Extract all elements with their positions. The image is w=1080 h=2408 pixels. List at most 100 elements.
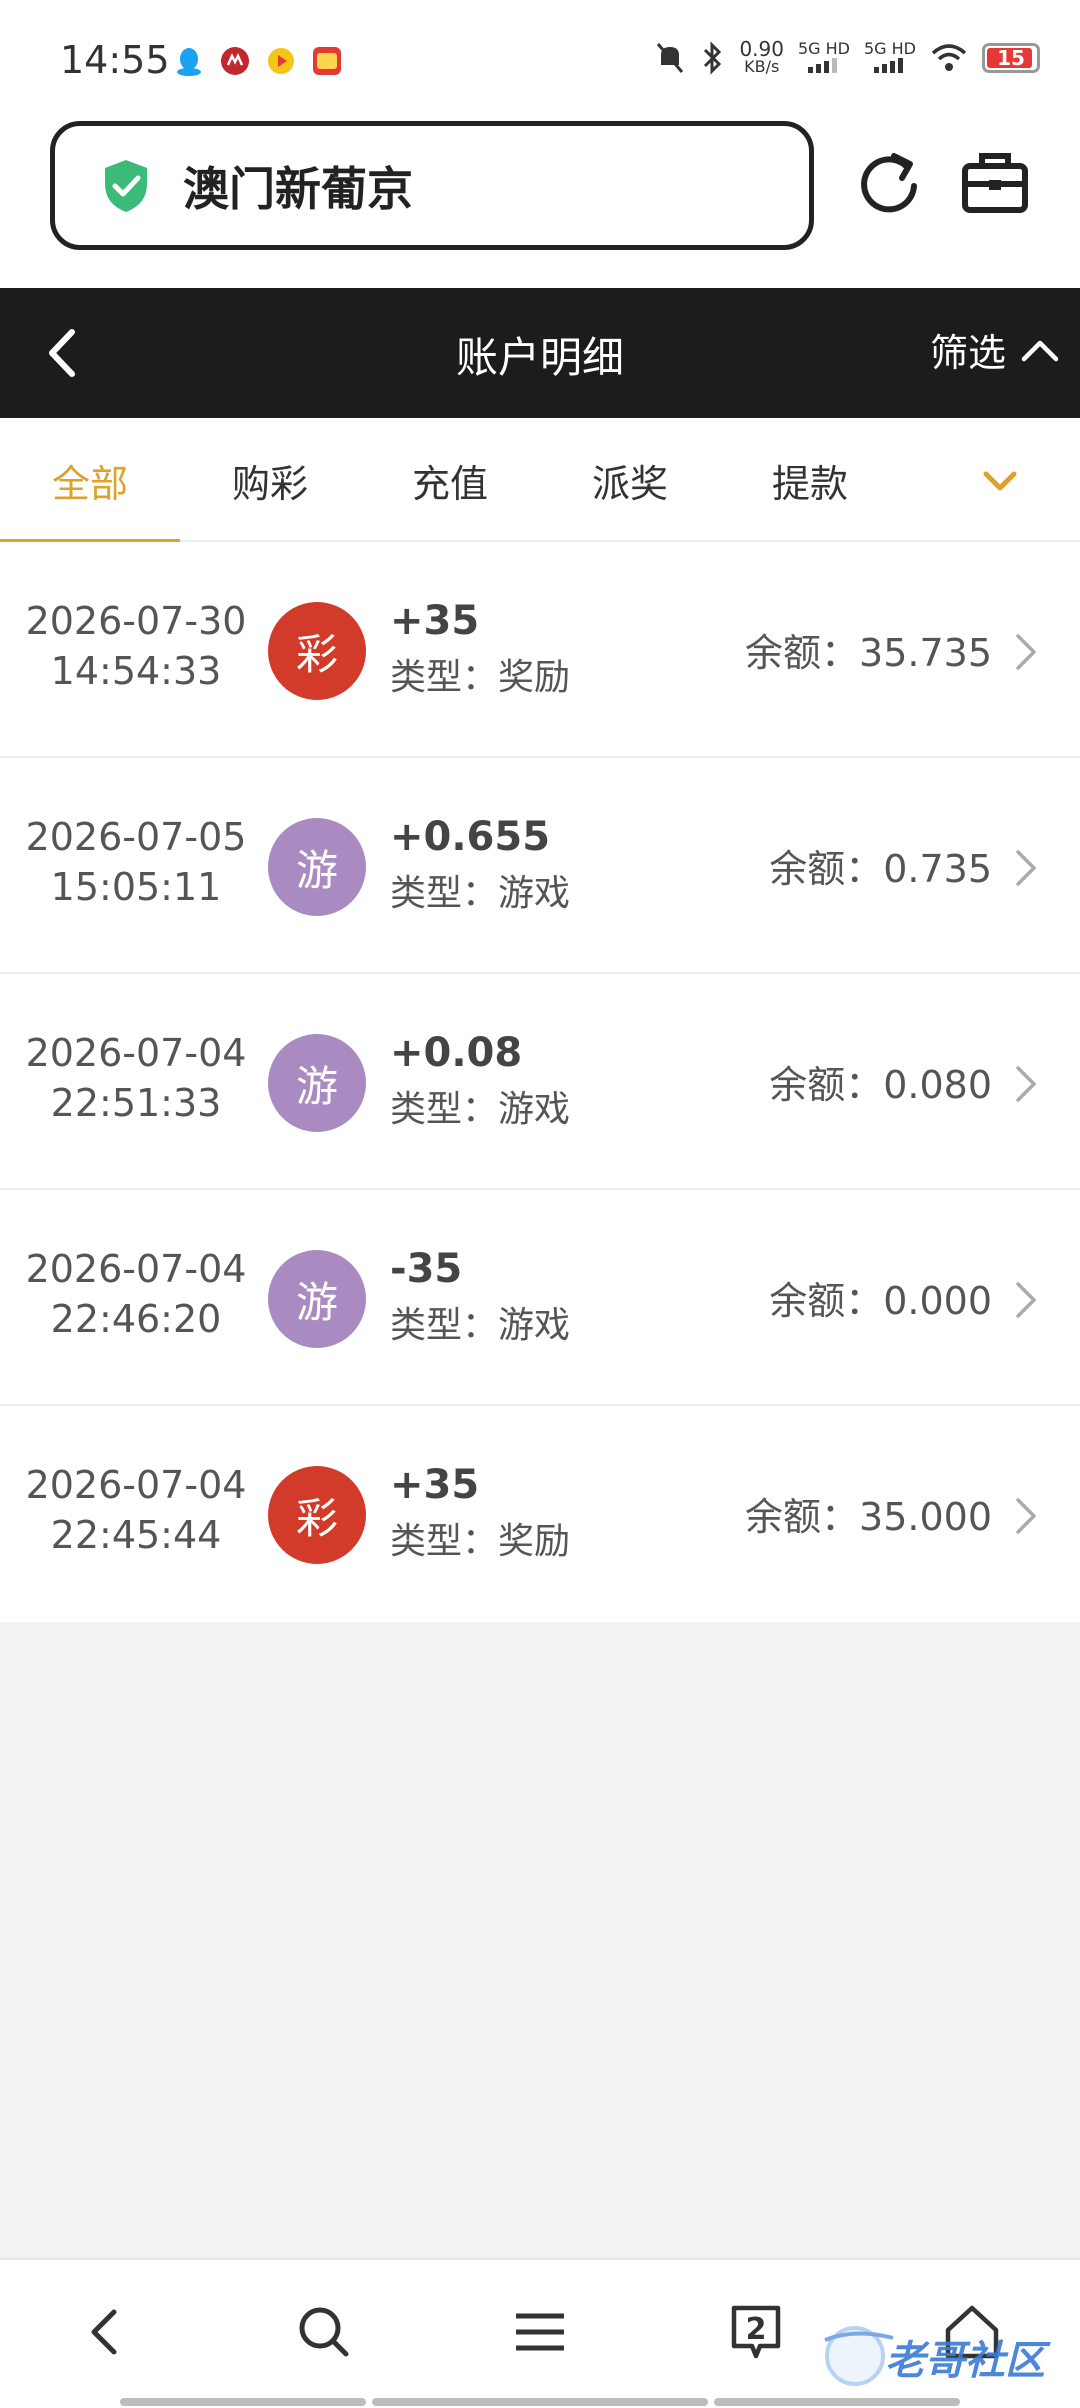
transaction-row[interactable]: 2026-07-05 15:05:11 游 +0.655 类型：游戏 余额：0.7…	[0, 758, 1080, 974]
transaction-date: 2026-07-05	[25, 815, 247, 859]
transaction-balance: 余额：35.735	[745, 631, 992, 675]
net-speed-unit: KB/s	[744, 57, 780, 76]
watermark-logo: 老哥社区	[815, 2318, 1065, 2388]
transaction-time: 22:46:20	[50, 1297, 222, 1341]
shopping-app-icon	[310, 44, 344, 78]
tab-all[interactable]: 全部	[0, 418, 180, 544]
page-header: 账户明细 筛选	[0, 288, 1080, 418]
filter-label: 筛选	[929, 331, 1006, 375]
net-speed-value: 0.90	[739, 37, 784, 61]
bank-app-icon	[218, 44, 252, 78]
transaction-date: 2026-07-04	[25, 1031, 247, 1075]
search-icon[interactable]	[292, 2300, 356, 2364]
transaction-amount: +35	[390, 1462, 480, 1508]
transaction-datetime: 2026-07-04 22:46:20	[0, 1244, 272, 1344]
gesture-bar	[120, 2398, 366, 2406]
chevron-down-icon[interactable]	[970, 456, 1030, 506]
tab-label: 购彩	[231, 461, 308, 506]
browser-toolbar: 澳门新葡京	[0, 120, 1080, 288]
watermark-text: 老哥社区	[885, 2338, 1045, 2384]
gesture-bar	[714, 2398, 960, 2406]
chevron-right-icon	[1016, 1282, 1036, 1318]
tab-payout[interactable]: 派奖	[540, 418, 720, 542]
filter-button[interactable]: 筛选	[930, 322, 1060, 377]
transaction-datetime: 2026-07-30 14:54:33	[0, 596, 272, 696]
lottery-badge-icon: 彩	[268, 1466, 366, 1564]
signal-1: 5G HD	[797, 38, 850, 76]
game-badge-icon: 游	[268, 818, 366, 916]
tab-label: 全部	[51, 461, 128, 506]
wifi-icon	[931, 44, 967, 71]
transaction-balance: 余额：35.000	[745, 1495, 992, 1539]
page-title: 账户明细	[455, 333, 624, 382]
transaction-row[interactable]: 2026-07-04 22:45:44 彩 +35 类型：奖励 余额：35.000	[0, 1406, 1080, 1622]
chevron-right-icon	[1016, 634, 1036, 670]
reload-icon[interactable]	[854, 146, 924, 222]
transaction-balance: 余额：0.735	[769, 847, 992, 891]
signal-2-label: 5G HD	[863, 38, 916, 58]
transaction-row[interactable]: 2026-07-30 14:54:33 彩 +35 类型：奖励 余额：35.735	[0, 542, 1080, 758]
status-indicators: 0.90 KB/s 5G HD 5G HD 15	[655, 37, 1040, 76]
video-app-icon	[264, 44, 298, 78]
signal-bars-icon	[807, 57, 837, 73]
transaction-row[interactable]: 2026-07-04 22:51:33 游 +0.08 类型：游戏 余额：0.08…	[0, 974, 1080, 1190]
game-badge-icon: 游	[268, 1034, 366, 1132]
chevron-up-icon	[1021, 340, 1059, 361]
transaction-type: 类型：奖励	[390, 657, 571, 698]
shield-check-icon	[105, 159, 147, 212]
transaction-amount: +0.655	[390, 814, 551, 860]
transaction-type: 类型：游戏	[390, 873, 571, 914]
gesture-bar	[372, 2398, 708, 2406]
tab-lottery[interactable]: 购彩	[180, 418, 360, 542]
tab-label: 充值	[411, 461, 488, 506]
toolbox-icon[interactable]	[960, 150, 1030, 216]
transaction-time: 22:45:44	[50, 1513, 222, 1557]
transaction-type: 类型：游戏	[390, 1305, 571, 1346]
bluetooth-icon	[704, 41, 722, 75]
game-badge-icon: 游	[268, 1250, 366, 1348]
chevron-right-icon	[1016, 1498, 1036, 1534]
transaction-balance: 余额：0.080	[769, 1063, 992, 1107]
mute-icon	[657, 43, 684, 73]
transaction-time: 14:54:33	[50, 649, 222, 693]
address-bar[interactable]: 澳门新葡京	[50, 121, 814, 250]
transaction-datetime: 2026-07-04 22:51:33	[0, 1028, 272, 1128]
tab-label: 提款	[771, 461, 848, 506]
transaction-date: 2026-07-04	[25, 1463, 247, 1507]
tab-count: 2	[745, 2312, 767, 2347]
network-speed: 0.90 KB/s	[739, 37, 784, 76]
battery-icon: 15	[982, 43, 1040, 73]
transaction-amount: +35	[390, 598, 480, 644]
tabs-button[interactable]: 2	[724, 2300, 788, 2364]
status-bar: 14:55 0.90 KB/s 5G HD 5G HD 15	[0, 0, 1080, 120]
category-tabs: 全部 购彩 充值 派奖 提款	[0, 418, 1080, 544]
chevron-right-icon	[1016, 1066, 1036, 1102]
transaction-datetime: 2026-07-04 22:45:44	[0, 1460, 272, 1560]
battery-level-text: 15	[997, 46, 1025, 70]
signal-bars-icon	[873, 57, 903, 73]
transaction-amount: -35	[390, 1246, 463, 1292]
transaction-row[interactable]: 2026-07-04 22:46:20 游 -35 类型：游戏 余额：0.000	[0, 1190, 1080, 1406]
qq-icon	[172, 44, 206, 78]
menu-icon[interactable]	[508, 2300, 572, 2364]
transaction-type: 类型：奖励	[390, 1521, 571, 1562]
notification-icons	[172, 44, 344, 78]
transaction-datetime: 2026-07-05 15:05:11	[0, 812, 272, 912]
transaction-list: 2026-07-30 14:54:33 彩 +35 类型：奖励 余额：35.735…	[0, 542, 1080, 1622]
lottery-badge-icon: 彩	[268, 602, 366, 700]
address-text[interactable]: 澳门新葡京	[183, 153, 413, 219]
tab-label: 派奖	[591, 461, 668, 506]
transaction-time: 15:05:11	[50, 865, 222, 909]
transaction-type: 类型：游戏	[390, 1089, 571, 1130]
tab-withdraw[interactable]: 提款	[720, 418, 900, 542]
chevron-right-icon	[1016, 850, 1036, 886]
transaction-date: 2026-07-30	[25, 599, 247, 643]
transaction-amount: +0.08	[390, 1030, 523, 1076]
signal-2: 5G HD	[863, 38, 916, 76]
status-time: 14:55	[60, 38, 170, 82]
tab-recharge[interactable]: 充值	[360, 418, 540, 542]
browser-bottom-nav: 2 老哥社区	[0, 2258, 1080, 2408]
back-icon[interactable]	[74, 2300, 138, 2364]
transaction-balance: 余额：0.000	[769, 1279, 992, 1323]
signal-1-label: 5G HD	[797, 38, 850, 58]
